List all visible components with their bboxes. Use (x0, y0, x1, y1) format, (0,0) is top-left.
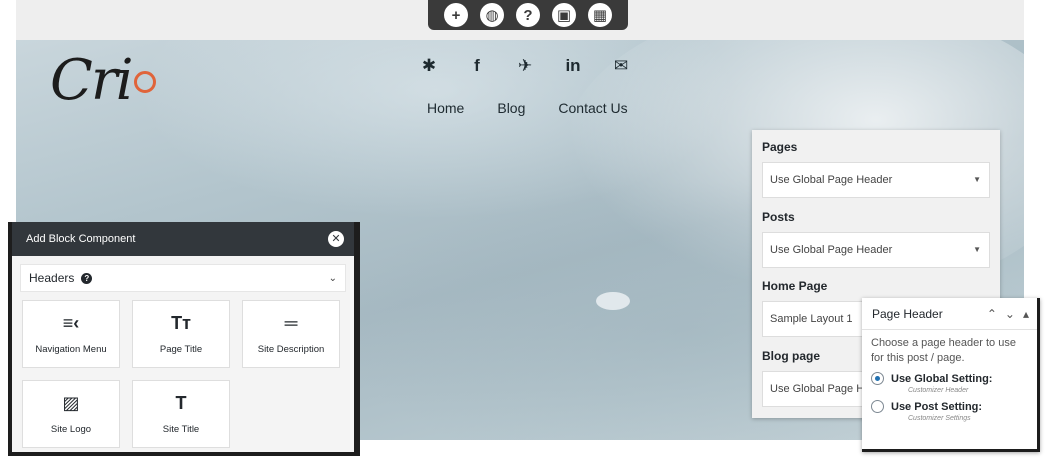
component-site-title[interactable]: T Site Title (132, 380, 230, 448)
section-label: Headers (29, 271, 75, 285)
chevron-down-icon: ⌄ (328, 272, 337, 284)
collapse-toggle-icon[interactable]: ▴ (1023, 307, 1029, 321)
surfer-image-detail (596, 292, 630, 310)
navigation-menu-icon: ≡‹ (62, 313, 80, 333)
envelope-icon[interactable]: ✉ (608, 56, 634, 76)
option-global-setting[interactable]: Use Global Setting: (862, 366, 1037, 385)
help-icon[interactable]: ? (81, 272, 93, 284)
help-icon[interactable]: ? (516, 3, 540, 27)
headers-section-toggle[interactable]: Headers ? ⌄ (20, 264, 346, 292)
image-edit-icon[interactable]: ▣ (552, 3, 576, 27)
blog-page-select-value: Use Global Page He (770, 383, 871, 395)
pages-label: Pages (762, 140, 798, 154)
chevron-up-icon[interactable]: ⌃ (987, 307, 997, 321)
page-title-icon: Tт (171, 313, 191, 333)
site-logo[interactable]: Cri (50, 48, 156, 113)
logo-text: Cri (50, 48, 134, 113)
home-page-select-value: Sample Layout 1 (770, 313, 853, 325)
component-label: Site Description (257, 344, 325, 355)
editor-stage: Cri ✱ f ✈ in ✉ Home Blog Contact Us + ◍ … (0, 0, 1050, 460)
home-page-label: Home Page (762, 279, 828, 293)
post-setting-label: Use Post Setting: (891, 400, 983, 413)
page-header-metabox: Page Header ⌃ ⌄ ▴ Choose a page header t… (862, 298, 1040, 452)
global-setting-label: Use Global Setting: (891, 372, 993, 385)
post-setting-sublabel: Customizer Settings (908, 415, 971, 422)
pages-select[interactable]: Use Global Page Header ▼ (762, 162, 990, 198)
nav-link-contact[interactable]: Contact Us (558, 100, 627, 116)
layout-icon[interactable]: ▦ (588, 3, 612, 27)
add-block-component-panel: Add Block Component ✕ Headers ? ⌄ ≡‹ Nav… (8, 222, 360, 456)
twitter-icon[interactable]: ✈ (512, 56, 538, 76)
main-navigation: Home Blog Contact Us (427, 100, 628, 116)
posts-label: Posts (762, 210, 795, 224)
posts-select-value: Use Global Page Header (770, 244, 893, 256)
posts-setting: Posts Use Global Page Header ▼ (762, 210, 990, 268)
site-title-icon: T (175, 393, 187, 413)
dropdown-arrow-icon: ▼ (973, 245, 981, 254)
yelp-icon[interactable]: ✱ (416, 56, 442, 76)
component-page-title[interactable]: Tт Page Title (132, 300, 230, 368)
close-icon[interactable]: ✕ (328, 231, 344, 247)
nav-link-home[interactable]: Home (427, 100, 464, 116)
component-navigation-menu[interactable]: ≡‹ Navigation Menu (22, 300, 120, 368)
metabox-description: Choose a page header to use for this pos… (871, 337, 1016, 364)
component-site-logo[interactable]: ▨ Site Logo (22, 380, 120, 448)
social-links: ✱ f ✈ in ✉ (416, 56, 634, 76)
editor-toolbar: + ◍ ? ▣ ▦ (428, 0, 628, 30)
logo-o-mark (133, 71, 156, 93)
site-description-icon: ═ (284, 313, 298, 333)
global-setting-sublabel: Customizer Header (908, 387, 969, 394)
panel-header: Add Block Component ✕ (12, 222, 354, 256)
plus-icon[interactable]: + (444, 3, 468, 27)
component-label: Site Logo (50, 424, 92, 435)
chevron-down-icon[interactable]: ⌄ (1005, 307, 1015, 321)
facebook-icon[interactable]: f (464, 56, 490, 76)
component-site-description[interactable]: ═ Site Description (242, 300, 340, 368)
post-setting-radio[interactable] (871, 400, 884, 413)
panel-title: Add Block Component (26, 233, 136, 245)
linkedin-icon[interactable]: in (560, 56, 586, 76)
dropdown-arrow-icon: ▼ (973, 175, 981, 184)
pages-select-value: Use Global Page Header (770, 174, 893, 186)
pages-setting: Pages Use Global Page Header ▼ (762, 140, 990, 198)
component-label: Page Title (159, 344, 203, 355)
nav-link-blog[interactable]: Blog (497, 100, 525, 116)
globe-icon[interactable]: ◍ (480, 3, 504, 27)
global-setting-radio[interactable] (871, 372, 884, 385)
component-label: Navigation Menu (35, 344, 107, 355)
option-post-setting[interactable]: Use Post Setting: (862, 394, 1037, 413)
component-label: Site Title (162, 424, 200, 435)
site-logo-icon: ▨ (62, 393, 80, 413)
metabox-header: Page Header ⌃ ⌄ ▴ (862, 298, 1037, 330)
posts-select[interactable]: Use Global Page Header ▼ (762, 232, 990, 268)
metabox-title: Page Header (872, 306, 943, 321)
